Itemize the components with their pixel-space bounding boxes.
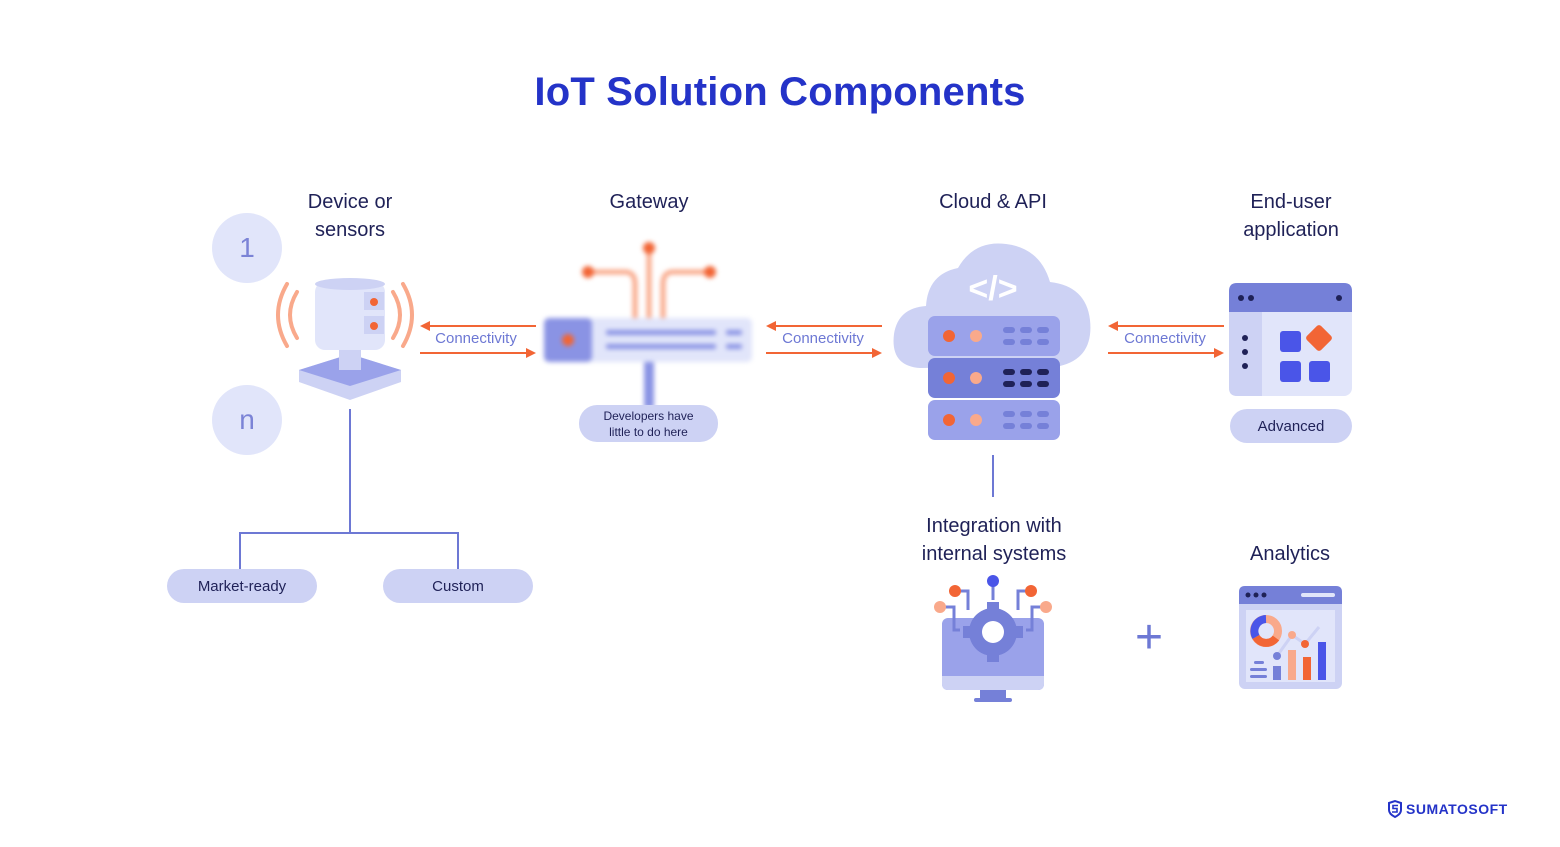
brand-logo: SUMATOSOFT	[1388, 799, 1508, 819]
advanced-badge: Advanced	[1230, 409, 1352, 443]
count-one-badge: 1	[212, 213, 282, 283]
analytics-dashboard-icon	[1239, 586, 1342, 689]
tree-branch-line	[239, 532, 459, 534]
sensor-device-icon	[276, 278, 414, 400]
page-title: IoT Solution Components	[534, 70, 1026, 114]
connectivity-label-1: Connectivity	[435, 330, 517, 347]
tree-trunk-line	[349, 409, 351, 533]
gateway-note: Developers have little to do here	[579, 405, 718, 442]
device-label: Device or sensors	[270, 188, 430, 244]
code-symbol: </>	[968, 270, 1017, 308]
app-label-line1: End-user	[1250, 191, 1332, 213]
tree-right-line	[457, 532, 459, 570]
integration-label-line1: Integration with	[926, 515, 1062, 537]
app-label-line2: application	[1243, 219, 1339, 241]
option-custom: Custom	[383, 569, 533, 603]
gateway-label: Gateway	[609, 191, 689, 213]
count-n-badge: n	[212, 385, 282, 455]
app-window-icon	[1229, 283, 1352, 396]
tree-left-line	[239, 532, 241, 570]
connectivity-label-2: Connectivity	[782, 330, 864, 347]
brand-name: SUMATOSOFT	[1406, 801, 1508, 817]
cloud-label: Cloud & API	[939, 191, 1047, 213]
cloud-integration-line	[992, 455, 994, 497]
app-label: End-user application	[1211, 188, 1371, 244]
device-label-line1: Device or	[307, 191, 393, 213]
plus-icon: +	[1134, 611, 1164, 664]
cloud-server-icon: </>	[893, 243, 1091, 440]
integration-label-line2: internal systems	[921, 543, 1067, 565]
shield-s-icon	[1388, 799, 1402, 819]
option-market-ready: Market-ready	[167, 569, 317, 603]
connectivity-label-3: Connectivity	[1124, 330, 1206, 347]
device-label-line2: sensors	[314, 219, 386, 241]
gateway-note-line1: Developers have	[603, 408, 694, 423]
gateway-note-line2: little to do here	[609, 424, 688, 439]
gateway-router-icon	[544, 242, 752, 408]
integration-gear-monitor-icon	[934, 575, 1052, 702]
analytics-label: Analytics	[1249, 543, 1331, 565]
integration-label: Integration with internal systems	[894, 512, 1094, 568]
